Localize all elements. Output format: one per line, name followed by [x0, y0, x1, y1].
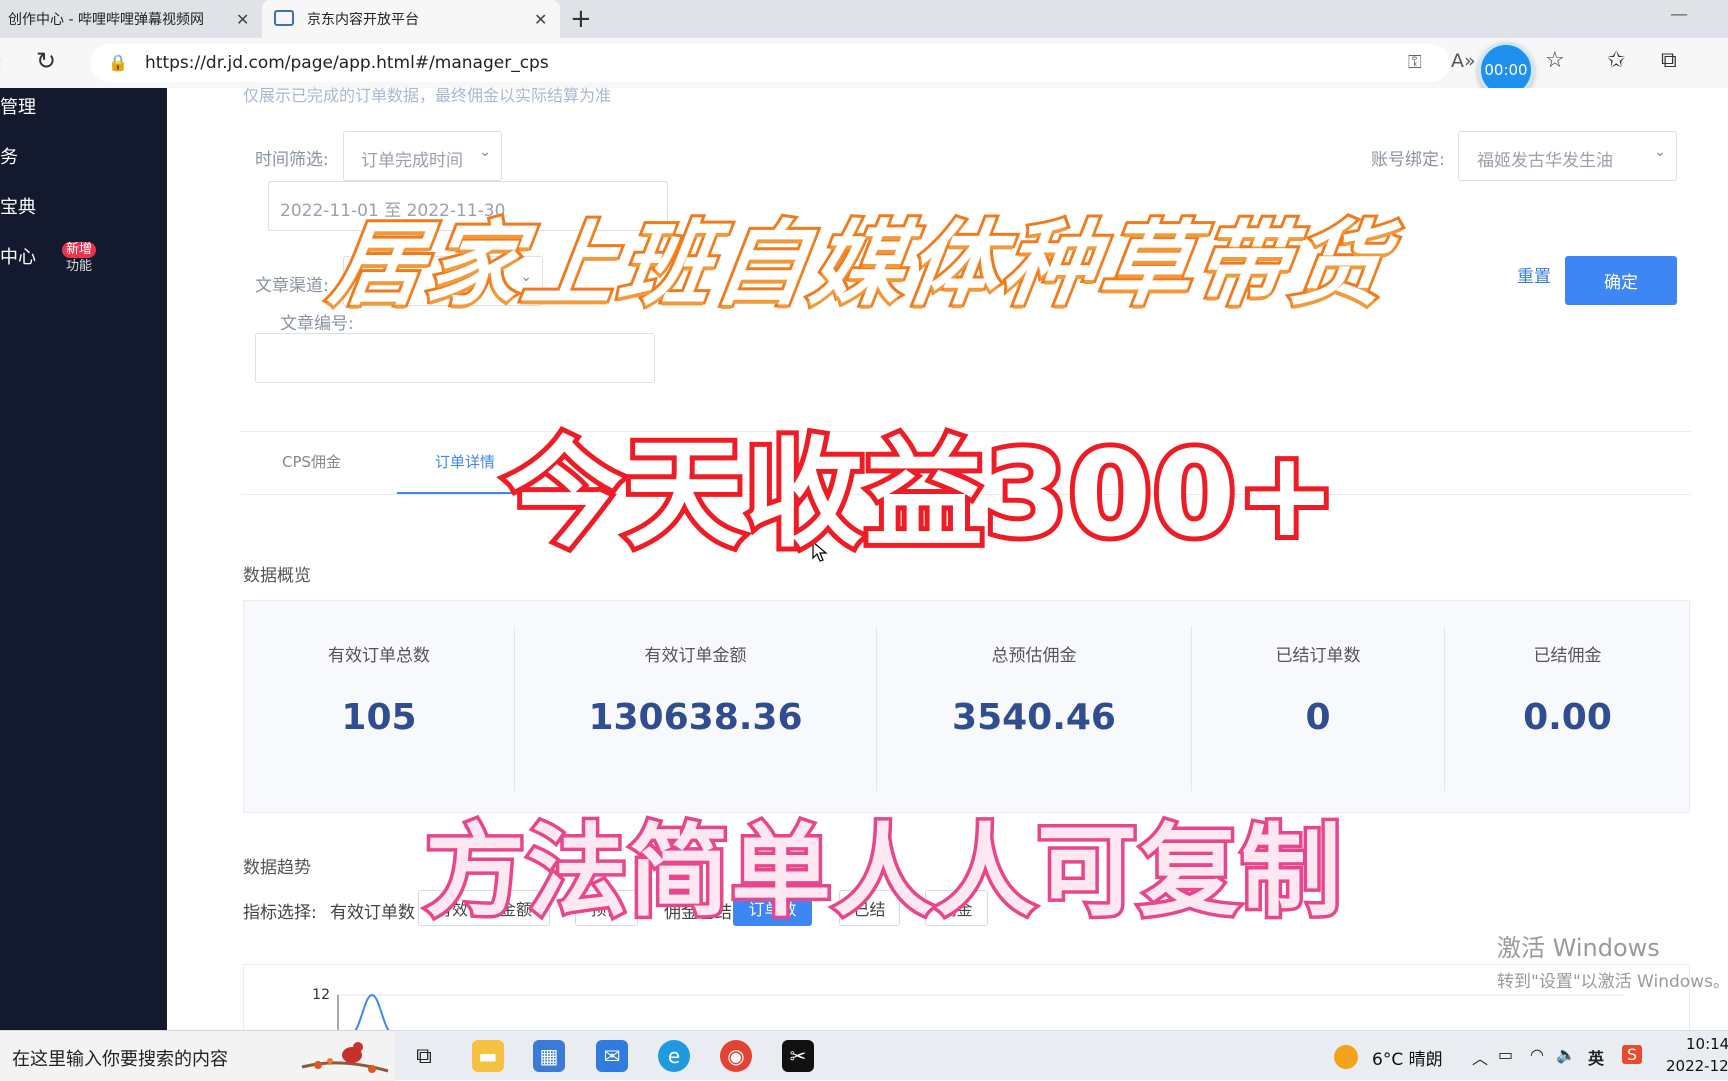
account-label: 账号绑定:: [1371, 150, 1445, 170]
time-filter-label: 时间筛选:: [255, 150, 329, 170]
stat-valid-amount: 有效订单金额 130638.36: [515, 601, 876, 812]
time-filter-select[interactable]: 订单完成时间 ⌄: [343, 131, 502, 181]
metric-option[interactable]: 有效订单数: [330, 898, 415, 923]
stat-settled-commission: 已结佣金 0.00: [1445, 601, 1690, 812]
account-select[interactable]: 福姬发古华发生油 ⌄: [1458, 131, 1677, 181]
wifi-icon[interactable]: ◠: [1530, 1045, 1544, 1064]
bird-branch-decoration-icon: [301, 1042, 389, 1073]
sidebar-item-management[interactable]: 管理: [0, 93, 36, 119]
read-aloud-icon[interactable]: A»: [1451, 50, 1476, 72]
tab-cps-commission[interactable]: CPS佣金: [282, 451, 341, 472]
stat-value: 0.00: [1523, 697, 1612, 738]
reset-button[interactable]: 重置: [1517, 262, 1551, 287]
mail-icon[interactable]: ✉: [596, 1040, 628, 1072]
tab-label: 创作中心 - 哔哩哔哩弹幕视频网: [8, 12, 204, 28]
stat-value: 130638.36: [588, 697, 803, 738]
ime-indicator[interactable]: 英: [1588, 1045, 1604, 1069]
confirm-button[interactable]: 确定: [1565, 256, 1677, 305]
trend-chart: 12: [243, 964, 1690, 1036]
tab-jd-platform[interactable]: 京东内容开放平台 ✕: [262, 0, 560, 38]
file-explorer-icon[interactable]: ▬: [472, 1040, 504, 1072]
caption-middle: 今天收益300+: [500, 420, 1341, 568]
series-line: [349, 993, 395, 1036]
stat-value: 3540.46: [952, 697, 1116, 738]
sidebar-item-guide[interactable]: 宝典: [0, 193, 36, 219]
windows-activation-watermark: 激活 Windows 转到"设置"以激活 Windows。: [1497, 928, 1728, 992]
stats-panel: 有效订单总数 105 有效订单金额 130638.36 总预估佣金 3540.4…: [243, 600, 1690, 813]
add-favorite-icon[interactable]: ☆: [1545, 48, 1565, 73]
badge-feature-text: 功能: [65, 259, 92, 274]
caption-bottom: 方法简单人人可复制: [422, 810, 1345, 934]
url-text[interactable]: https://dr.jd.com/page/app.html#/manager…: [145, 53, 549, 73]
stat-estimated-commission: 总预估佣金 3540.46: [877, 601, 1191, 812]
tab-bilibili[interactable]: 创作中心 - 哔哩哔哩弹幕视频网 ✕: [0, 0, 260, 38]
key-icon[interactable]: ⚿: [1408, 52, 1422, 73]
collections-icon[interactable]: ⧉: [1661, 48, 1677, 73]
weather-text[interactable]: 6°C 晴朗: [1372, 1045, 1443, 1070]
stat-label: 已结订单数: [1275, 646, 1361, 666]
address-bar-row: ‹ ↻ 🔒 https://dr.jd.com/page/app.html#/m…: [0, 38, 1728, 98]
lock-icon[interactable]: 🔒: [108, 53, 128, 72]
minimize-icon[interactable]: —: [1670, 4, 1688, 25]
sogou-ime-icon[interactable]: S: [1622, 1045, 1642, 1064]
chevron-down-icon: ⌄: [1654, 144, 1666, 160]
chevron-down-icon: ⌄: [479, 144, 491, 160]
sidebar-item-service[interactable]: 务: [0, 143, 18, 169]
close-icon[interactable]: ✕: [236, 10, 249, 29]
overview-title: 数据概览: [243, 566, 311, 586]
watermark-line1: 激活 Windows: [1497, 934, 1660, 962]
y-tick-label: 12: [312, 987, 330, 1003]
sidebar: 管理 务 宝典 中心 新增 功能: [0, 88, 167, 1030]
stat-settled-orders: 已结订单数 0: [1192, 601, 1444, 812]
chrome-browser-icon[interactable]: ◉: [720, 1040, 752, 1072]
search-placeholder[interactable]: 在这里输入你要搜索的内容: [12, 1045, 228, 1071]
weather-sun-icon[interactable]: [1334, 1045, 1358, 1069]
caption-top: 居家上班自媒体种草带货: [321, 208, 1398, 321]
account-value: 福姬发古华发生油: [1477, 151, 1613, 171]
tray-chevron-up-icon[interactable]: ︿: [1472, 1045, 1488, 1069]
badge-new-text: 新增: [62, 242, 96, 258]
stat-value: 0: [1305, 697, 1331, 738]
clock-time[interactable]: 10:14: [1686, 1035, 1728, 1053]
tab-order-details[interactable]: 订单详情: [435, 451, 495, 472]
stat-valid-orders: 有效订单总数 105: [244, 601, 514, 812]
trend-chart-svg: 12: [312, 987, 1624, 1036]
sidebar-item-center[interactable]: 中心: [0, 243, 36, 269]
favorites-icon[interactable]: ✩: [1607, 48, 1625, 73]
tab-label: 京东内容开放平台: [307, 12, 419, 28]
store-icon[interactable]: ▦: [533, 1040, 565, 1072]
edge-browser-icon[interactable]: e: [658, 1040, 690, 1072]
volume-icon[interactable]: 🔈: [1556, 1045, 1576, 1064]
capcut-icon[interactable]: ✂: [782, 1040, 814, 1072]
watermark-line2: 转到"设置"以激活 Windows。: [1497, 972, 1728, 992]
stat-label: 有效订单金额: [644, 646, 747, 666]
new-tab-plus-icon[interactable]: +: [570, 4, 592, 34]
stat-label: 有效订单总数: [328, 646, 430, 666]
trend-title: 数据趋势: [243, 858, 311, 878]
browser-tab-bar: 创作中心 - 哔哩哔哩弹幕视频网 ✕ 京东内容开放平台 ✕ + —: [0, 0, 1728, 38]
stat-value: 105: [341, 697, 417, 738]
taskbar-search[interactable]: 在这里输入你要搜索的内容: [0, 1031, 395, 1081]
reload-icon[interactable]: ↻: [36, 47, 56, 75]
stat-label: 已结佣金: [1533, 646, 1602, 666]
stat-label: 总预估佣金: [991, 646, 1077, 666]
notice-text: 仅展示已完成的订单数据，最终佣金以实际结算为准: [243, 86, 612, 105]
time-filter-value: 订单完成时间: [361, 151, 463, 171]
article-id-input[interactable]: [255, 333, 655, 383]
close-icon[interactable]: ✕: [534, 10, 547, 29]
channel-label: 文章渠道:: [255, 276, 329, 296]
metric-select-label: 指标选择:: [243, 903, 317, 923]
windows-taskbar: 在这里输入你要搜索的内容 ⧉ ▬ ▦ ✉ e ◉ ✂ 6°C 晴朗 ︿ ▭ ◠ …: [0, 1030, 1728, 1081]
task-view-icon[interactable]: ⧉: [408, 1040, 440, 1072]
clock-date[interactable]: 2022-12: [1666, 1057, 1728, 1075]
back-icon[interactable]: ‹: [0, 50, 2, 74]
new-feature-badge: 新增 功能: [62, 242, 96, 274]
page-favicon-icon: [274, 10, 294, 26]
battery-icon[interactable]: ▭: [1498, 1045, 1513, 1064]
url-input[interactable]: 🔒 https://dr.jd.com/page/app.html#/manag…: [90, 44, 1476, 82]
